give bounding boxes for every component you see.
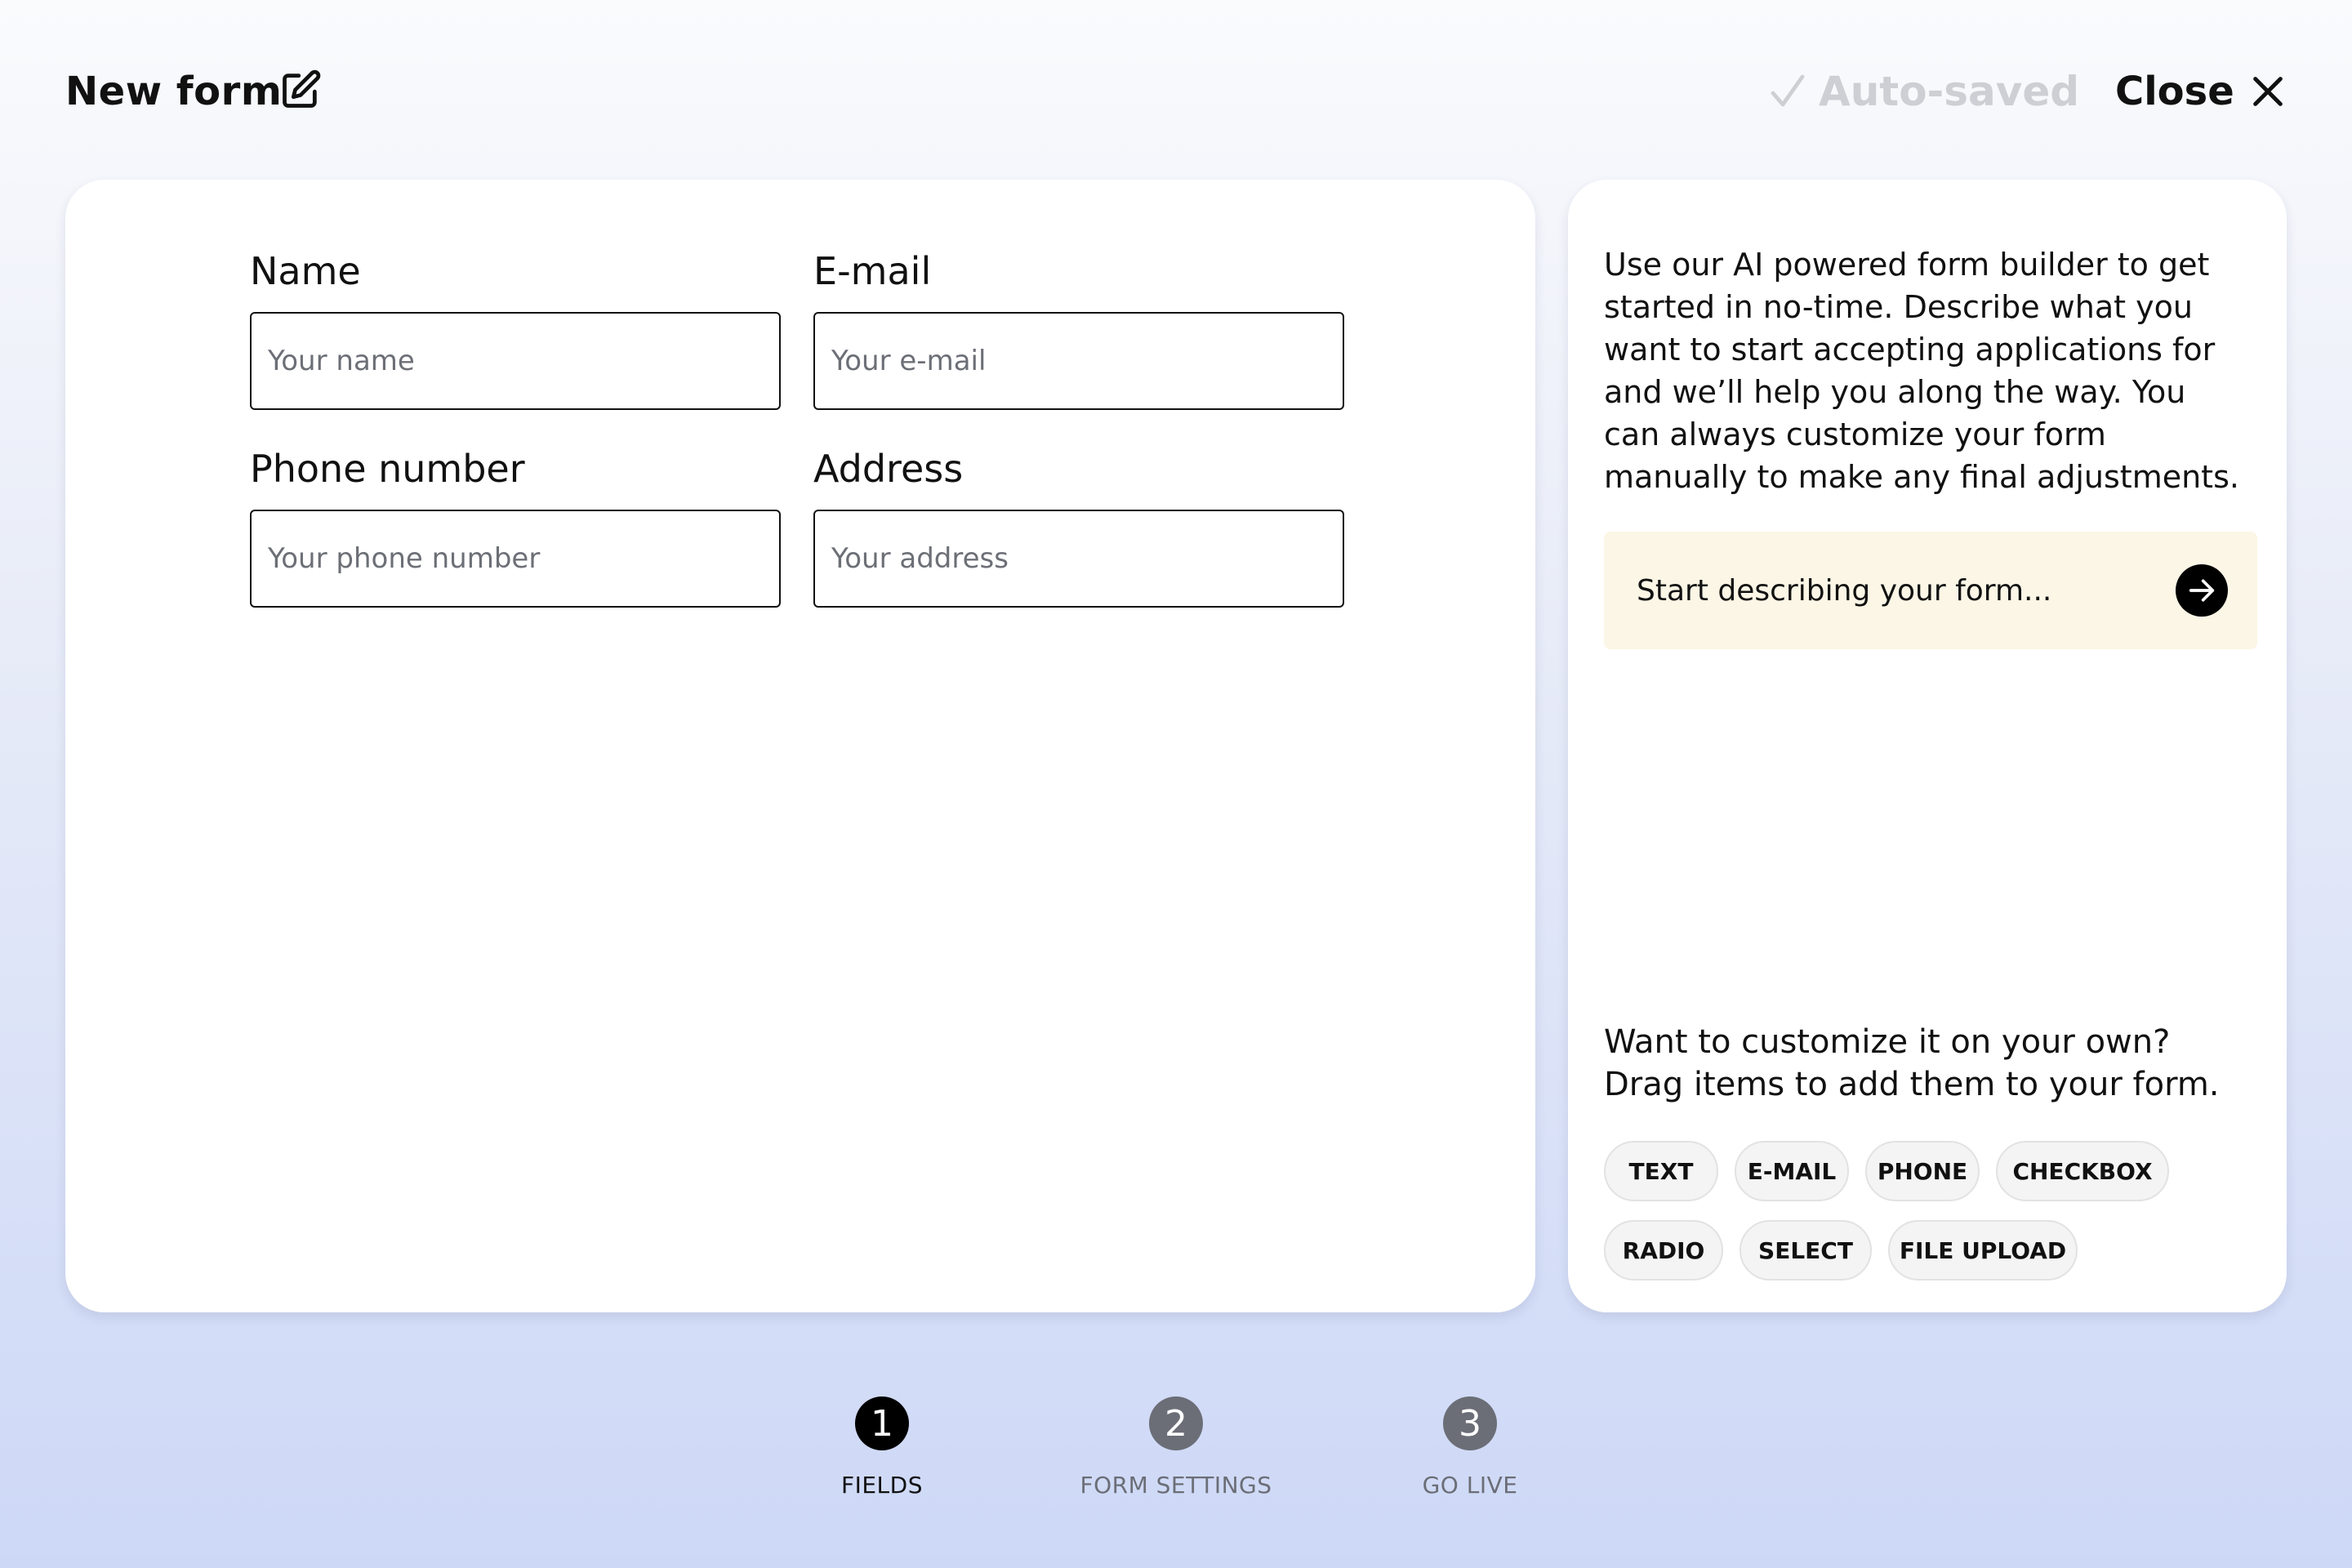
field-label-address: Address [813,447,964,491]
chip-phone[interactable]: PHONE [1865,1141,1980,1201]
name-input[interactable] [250,312,781,410]
close-icon [2252,77,2283,106]
chip-checkbox[interactable]: CHECKBOX [1996,1141,2169,1201]
ai-description: Use our AI powered form builder to get s… [1604,247,2239,495]
close-label: Close [2115,69,2234,114]
step-label: FIELDS [841,1472,923,1499]
field-label-name: Name [250,249,361,293]
step-number: 1 [855,1396,909,1450]
form-title[interactable]: New form [65,65,282,118]
drag-instructions: Want to customize it on your own? Drag i… [1604,1021,2257,1106]
send-button[interactable] [2176,564,2228,617]
step-label: FORM SETTINGS [1080,1472,1272,1499]
step-number: 3 [1443,1396,1497,1450]
chip-file-upload[interactable]: FILE UPLOAD [1888,1220,2078,1281]
autosaved-label: Auto-saved [1819,68,2080,115]
step-form-settings[interactable]: 2 FORM SETTINGS [1078,1396,1274,1499]
check-icon [1771,74,1805,107]
ai-prompt-box [1604,532,2257,649]
chip-text[interactable]: TEXT [1604,1141,1718,1201]
chip-select[interactable]: SELECT [1740,1220,1872,1281]
close-button[interactable]: Close [2115,65,2287,118]
ai-prompt-input[interactable] [1637,561,2167,620]
autosaved-status: Auto-saved [1768,65,2079,118]
email-input[interactable] [813,312,1344,410]
address-input[interactable] [813,510,1344,608]
field-label-email: E-mail [813,249,932,293]
arrow-right-icon [2189,579,2215,602]
edit-icon[interactable] [279,69,322,111]
chip-radio[interactable]: RADIO [1604,1220,1723,1281]
step-fields[interactable]: 1 FIELDS [784,1396,980,1499]
drag-line-2: Drag items to add them to your form. [1604,1066,2220,1103]
step-label: GO LIVE [1422,1472,1518,1499]
field-label-phone: Phone number [250,447,525,491]
header: New form Auto-saved Close [0,0,2352,180]
step-number: 2 [1149,1396,1203,1450]
form-canvas: Name E-mail Phone number Address [65,180,1535,1312]
ai-builder-panel: Use our AI powered form builder to get s… [1568,180,2287,1312]
drag-line-1: Want to customize it on your own? [1604,1023,2171,1061]
step-go-live[interactable]: 3 GO LIVE [1372,1396,1568,1499]
chip-email[interactable]: E-MAIL [1735,1141,1849,1201]
phone-input[interactable] [250,510,781,608]
